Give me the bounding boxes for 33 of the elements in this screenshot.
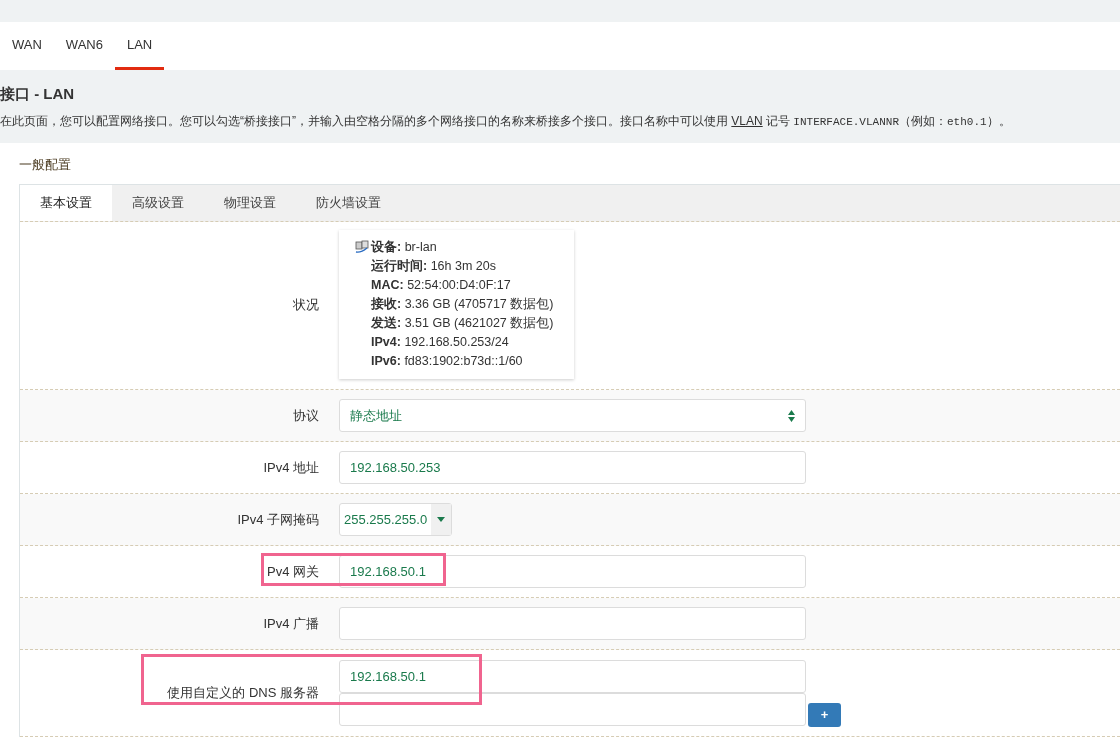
- text-input[interactable]: 192.168.50.253: [339, 451, 806, 484]
- add-button[interactable]: +: [808, 703, 841, 727]
- sort-arrows-icon: [788, 409, 795, 422]
- status-line: 运行时间: 16h 3m 20s: [371, 258, 497, 275]
- field-label: 状况: [292, 295, 319, 314]
- text-input[interactable]: 192.168.50.1: [339, 555, 806, 588]
- combo-select[interactable]: 255.255.255.0: [339, 503, 453, 536]
- interface-tab[interactable]: WAN6: [53, 22, 115, 70]
- network-device-icon: [355, 240, 369, 254]
- status-line: MAC: 52:54:00:D4:0F:17: [371, 277, 512, 294]
- vlan-link[interactable]: VLAN: [731, 114, 763, 128]
- field-label: IPv4 广播: [262, 614, 319, 633]
- field-label: Pv4 网关: [266, 562, 319, 581]
- field-label: IPv4 子网掩码: [236, 510, 319, 529]
- field-label: 协议: [292, 406, 319, 425]
- settings-tab[interactable]: 基本设置: [20, 185, 112, 221]
- status-line: IPv4: 192.168.50.253/24: [371, 334, 510, 351]
- section-title: 一般配置: [19, 155, 72, 174]
- field-label: IPv4 地址: [262, 458, 319, 477]
- field-label: 使用自定义的 DNS 服务器: [166, 684, 319, 703]
- text-input[interactable]: [339, 607, 806, 640]
- status-line: IPv6: fd83:1902:b73d::1/60: [371, 353, 524, 370]
- dns-input[interactable]: [339, 693, 806, 726]
- status-line: 设备: br-lan: [371, 239, 438, 256]
- page-description: 在此页面，您可以配置网络接口。您可以勾选“桥接接口”，并输入由空格分隔的多个网络接口的名称来桥接多个接口。接口名称中可以使用 VLAN 记号 INTERFACE.VLANNR（例如：eth0.1）。: [0, 113, 1012, 130]
- interface-tab[interactable]: LAN: [114, 22, 165, 70]
- interface-tab[interactable]: WAN: [0, 22, 54, 70]
- page-title: 接口 - LAN: [0, 84, 76, 104]
- status-line: 接收: 3.36 GB (4705717 数据包): [371, 296, 554, 313]
- caret-icon: [437, 517, 446, 522]
- status-line: 发送: 3.51 GB (4621027 数据包): [371, 315, 554, 332]
- protocol-select[interactable]: 静态地址: [339, 399, 806, 432]
- dns-input[interactable]: 192.168.50.1: [339, 660, 806, 693]
